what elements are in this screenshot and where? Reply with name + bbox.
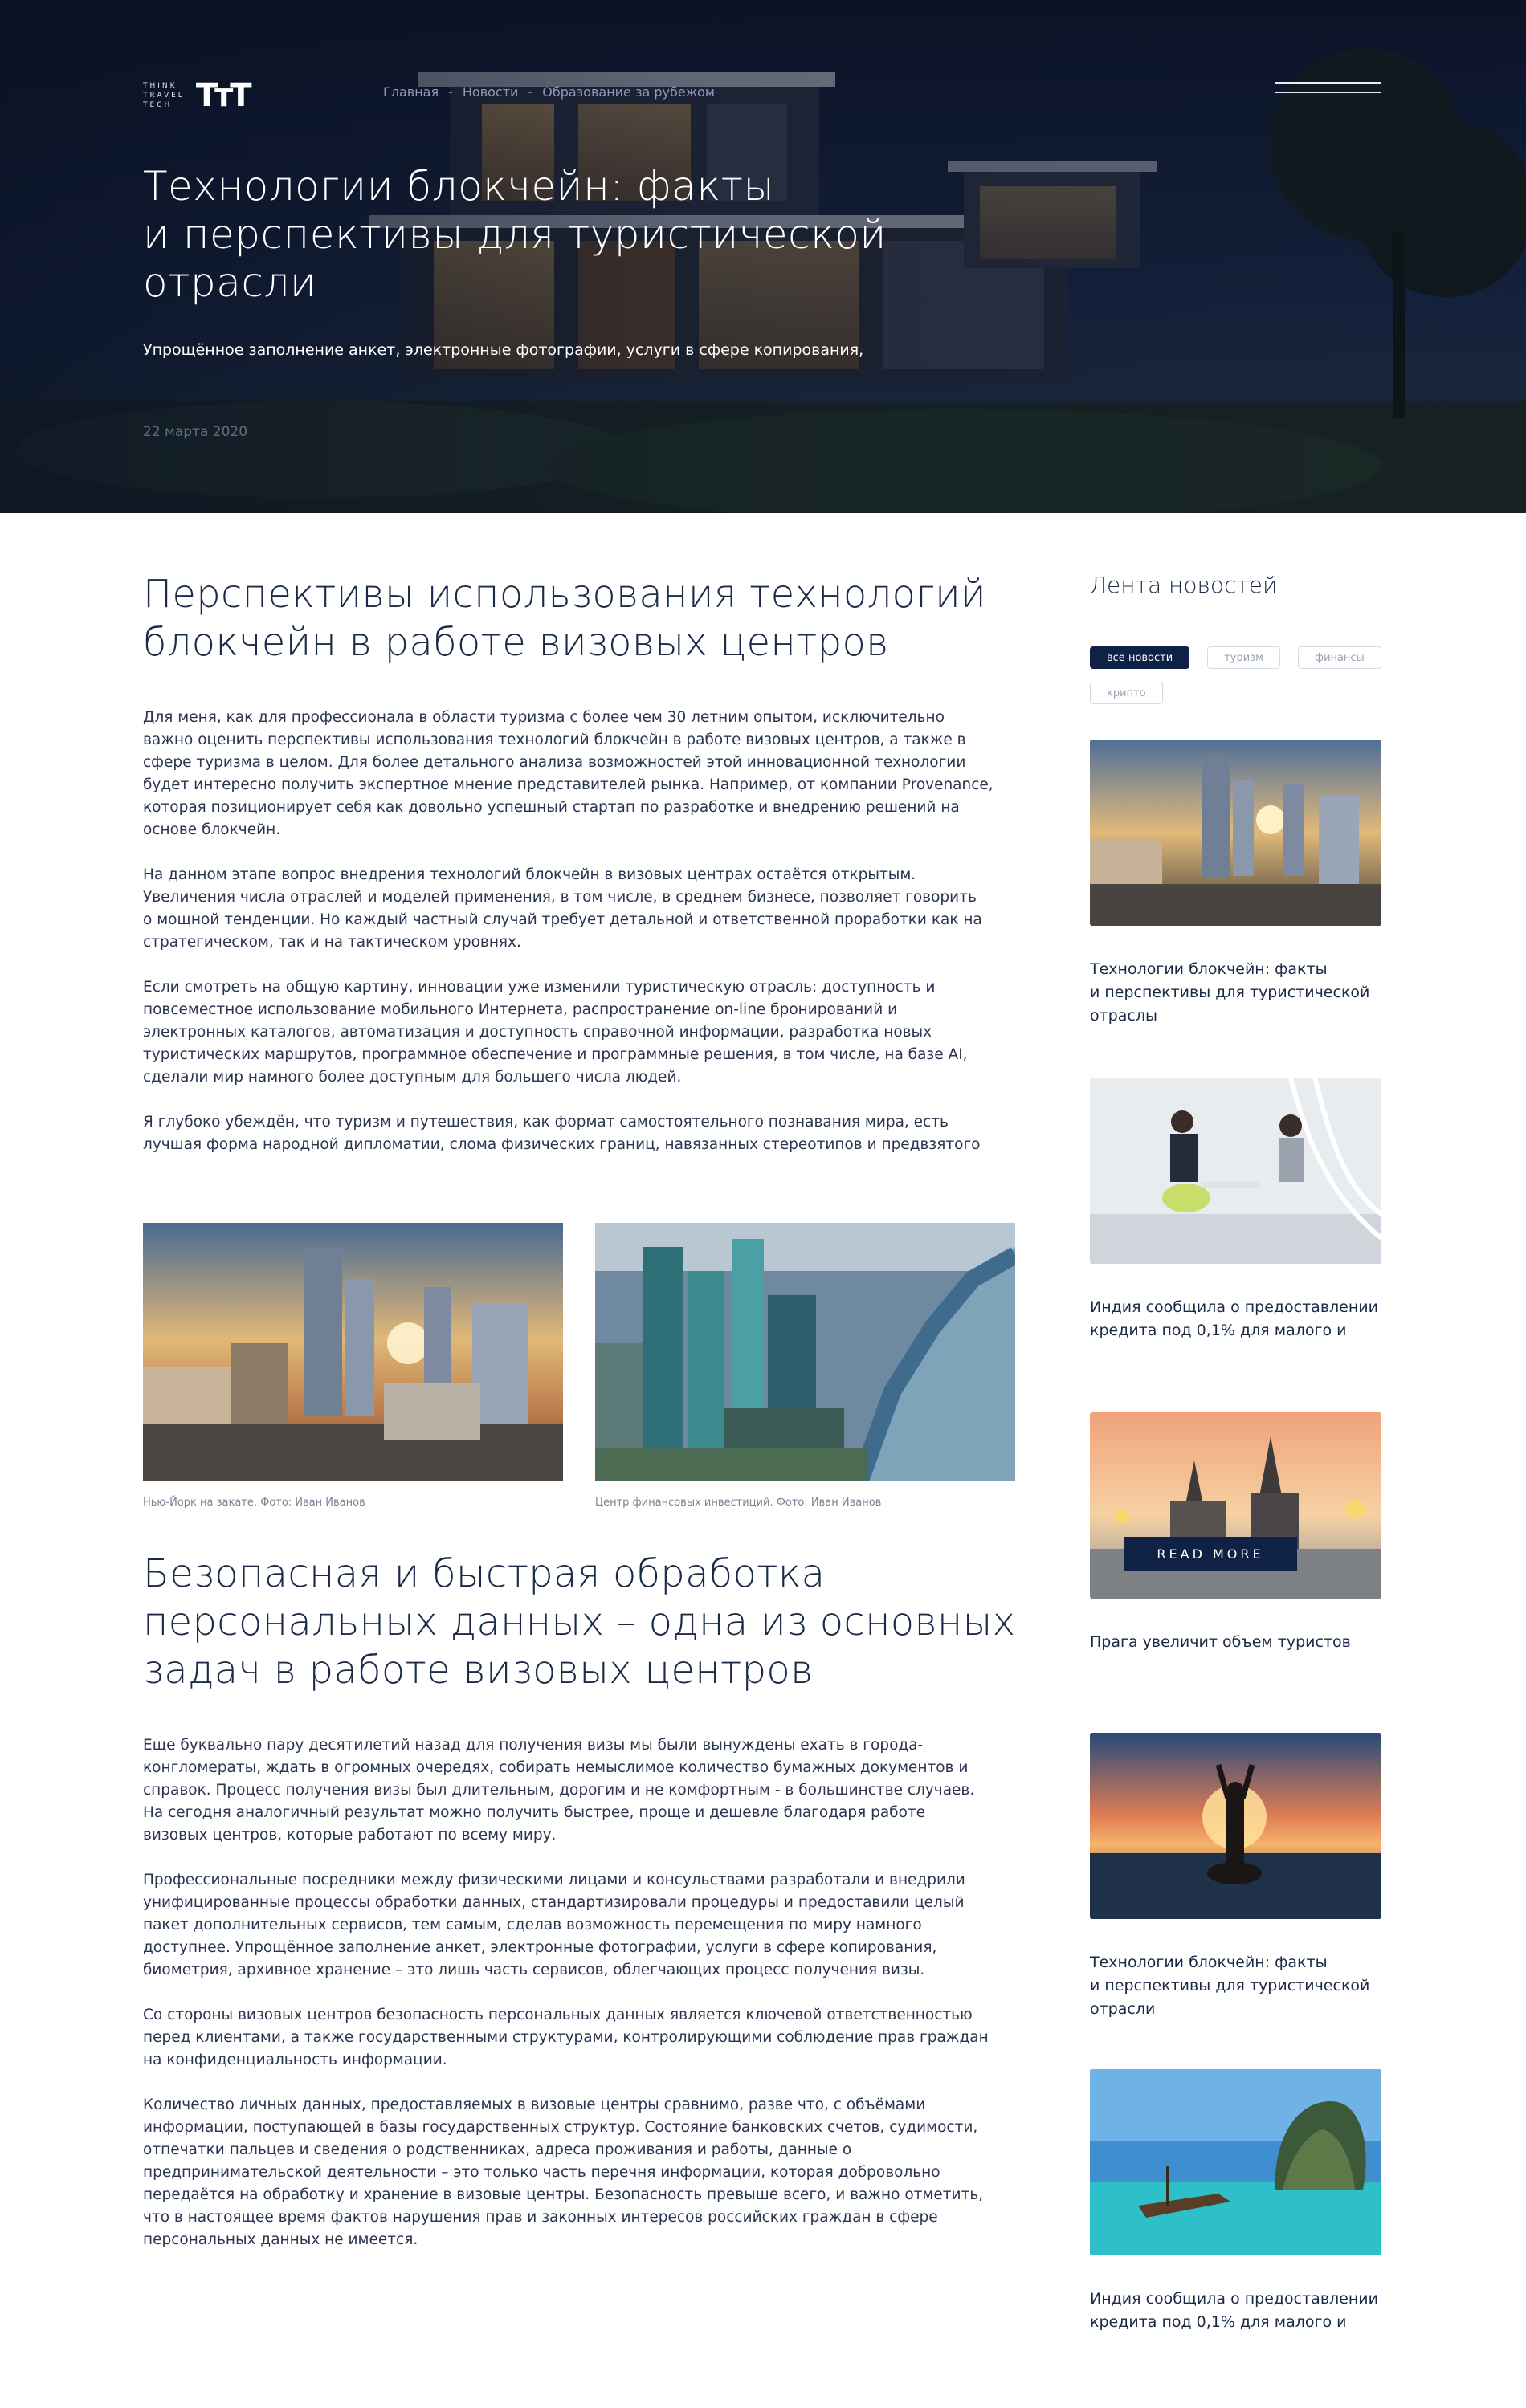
article-paragraph: Я глубоко убеждён, что туризм и путешест… — [143, 1114, 981, 1153]
article-paragraph: Еще буквально пару десятилетий назад для… — [143, 1737, 975, 1844]
logo-word: TRAVEL — [143, 92, 185, 100]
figure-caption: Нью-Йорк на закате. Фото: Иван Иванов — [143, 1497, 365, 1509]
article-heading-line: Безопасная и быстрая обработка — [143, 1551, 826, 1596]
news-card-image[interactable] — [1090, 2069, 1381, 2255]
article-heading-line: Перспективы использования технологий — [143, 572, 986, 617]
article-heading-line: блокчейн в работе визовых центров — [143, 620, 889, 665]
news-filters: все новости туризм финансы крипто — [1090, 646, 1395, 704]
breadcrumb-home[interactable]: Главная — [383, 84, 439, 100]
news-card-image[interactable] — [1090, 1078, 1381, 1264]
hamburger-menu-icon[interactable] — [1275, 80, 1381, 96]
article-paragraph: Профессиональные посредники между физиче… — [143, 1872, 965, 1978]
news-card-image[interactable]: READ MORE — [1090, 1412, 1381, 1599]
breadcrumb-separator: - — [528, 84, 533, 100]
filter-finance[interactable]: финансы — [1297, 646, 1381, 669]
news-card-title[interactable]: Индия сообщила о предоставлении кредита … — [1090, 1296, 1381, 1343]
hero-banner: THINK TRAVEL TECH TтT Главная - Новости … — [0, 0, 1526, 513]
breadcrumb: Главная - Новости - Образование за рубеж… — [383, 84, 715, 100]
page-title: Технологии блокчейн: факты и перспективы… — [143, 162, 1026, 307]
logo-mark: TтT — [195, 77, 252, 114]
breadcrumb-news[interactable]: Новости — [463, 84, 519, 100]
read-more-button[interactable]: READ MORE — [1124, 1537, 1297, 1571]
news-card[interactable]: Технологии блокчейн: факты и перспективы… — [1090, 740, 1381, 1028]
publish-date: 22 марта 2020 — [143, 424, 248, 440]
article-heading-line: задач в работе визовых центров — [143, 1648, 814, 1693]
news-feed-title: Лента новостей — [1090, 572, 1278, 598]
article-heading-line: персональных данных – одна из основных — [143, 1599, 1016, 1644]
article-heading: Безопасная и быстрая обработка персональ… — [143, 1550, 1018, 1694]
financial-center-photo[interactable] — [595, 1223, 1015, 1481]
filter-all-news[interactable]: все новости — [1090, 646, 1190, 669]
logo-word: TECH — [143, 101, 173, 109]
filter-crypto[interactable]: крипто — [1090, 682, 1163, 704]
article-paragraph: Количество личных данных, предоставляемы… — [143, 2096, 984, 2248]
news-card[interactable]: Индия сообщила о предоставлении кредита … — [1090, 2069, 1381, 2334]
article-paragraph: Для меня, как для профессионала в област… — [143, 709, 994, 838]
breadcrumb-separator: - — [448, 84, 453, 100]
logo-word: THINK — [143, 82, 177, 90]
news-card[interactable]: Индия сообщила о предоставлении кредита … — [1090, 1078, 1381, 1343]
article-section-2: Безопасная и быстрая обработка персональ… — [143, 1550, 1018, 2251]
news-card[interactable]: READ MORE Прага увеличит объем туристов — [1090, 1412, 1381, 1654]
figure-caption: Центр финансовых инвестиций. Фото: Иван … — [595, 1497, 882, 1509]
page-title-line: и перспективы для туристической — [143, 211, 887, 258]
new-york-sunset-photo[interactable] — [143, 1223, 563, 1481]
page-subtitle: Упрощённое заполнение анкет, электронные… — [143, 341, 864, 359]
news-card[interactable]: Технологии блокчейн: факты и перспективы… — [1090, 1733, 1381, 2021]
figure-new-york: Нью-Йорк на закате. Фото: Иван Иванов — [143, 1223, 563, 1509]
figure-moscow-city: Центр финансовых инвестиций. Фото: Иван … — [595, 1223, 1015, 1509]
article-section-1: Перспективы использования технологий бло… — [143, 570, 1018, 1156]
news-card-image[interactable] — [1090, 740, 1381, 926]
filter-tourism[interactable]: туризм — [1207, 646, 1280, 669]
logo[interactable]: THINK TRAVEL TECH TтT — [143, 77, 252, 114]
page-title-line: отрасли — [143, 259, 317, 306]
page-title-line: Технологии блокчейн: факты — [143, 163, 775, 210]
article-paragraph: На данном этапе вопрос внедрения техноло… — [143, 866, 982, 951]
article-paragraph: Со стороны визовых центров безопасность … — [143, 2007, 989, 2068]
logo-wordmark: THINK TRAVEL TECH — [143, 81, 185, 110]
news-card-title[interactable]: Технологии блокчейн: факты и перспективы… — [1090, 958, 1381, 1028]
news-card-image[interactable] — [1090, 1733, 1381, 1919]
news-card-title[interactable]: Технологии блокчейн: факты и перспективы… — [1090, 1951, 1381, 2021]
news-card-title[interactable]: Индия сообщила о предоставлении кредита … — [1090, 2288, 1381, 2334]
article-figures: Нью-Йорк на закате. Фото: Иван Иванов Це… — [143, 1223, 1015, 1509]
article-paragraph: Если смотреть на общую картину, инноваци… — [143, 979, 968, 1086]
news-card-title[interactable]: Прага увеличит объем туристов — [1090, 1631, 1381, 1654]
breadcrumb-current[interactable]: Образование за рубежом — [542, 84, 715, 100]
article-heading: Перспективы использования технологий бло… — [143, 570, 1018, 666]
